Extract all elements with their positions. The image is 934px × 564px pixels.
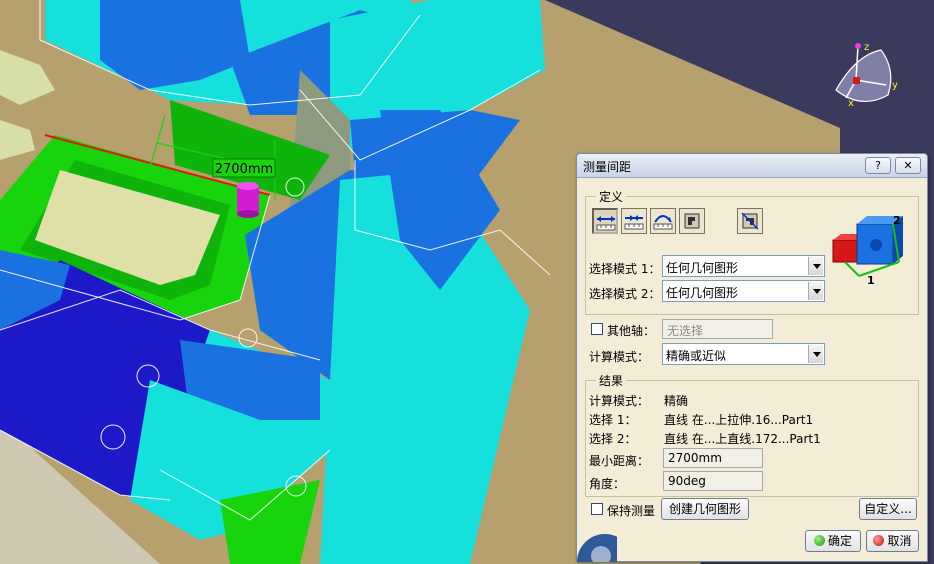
other-axis-field: 无选择: [662, 319, 773, 339]
result-selection-1-value: 直线 在...上拉伸.16...Part1: [664, 413, 814, 427]
selection-mode-2-value: 任何几何图形: [666, 286, 739, 300]
preview-label-2: 2: [893, 214, 901, 227]
min-distance-field: 2700mm: [663, 448, 763, 468]
measure-thickness-icon: [741, 212, 759, 230]
compass-axis-x: x: [848, 98, 854, 109]
dialog-title: 测量间距: [583, 160, 632, 174]
measure-chain-icon: [624, 215, 644, 230]
measure-item-button[interactable]: [679, 208, 705, 234]
app-logo-icon: [577, 534, 617, 562]
calc-mode-value: 精确或近似: [666, 349, 727, 363]
angle-label: 角度：: [589, 477, 626, 491]
selection-mode-2-label: 选择模式 2：: [589, 287, 661, 301]
chevron-down-icon[interactable]: [808, 345, 823, 363]
calc-mode-label: 计算模式：: [589, 350, 650, 364]
selection-mode-1-label: 选择模式 1：: [589, 262, 661, 276]
cancel-icon: [873, 535, 885, 546]
measure-chain-button[interactable]: [621, 208, 647, 234]
customize-button[interactable]: 自定义...: [859, 498, 917, 520]
definition-legend: 定义: [599, 190, 624, 204]
chevron-down-icon[interactable]: [808, 282, 823, 300]
angle-value: 90deg: [668, 474, 706, 488]
measure-between-button[interactable]: [592, 208, 618, 234]
selection-mode-1-value: 任何几何图形: [666, 261, 739, 275]
measure-distance-label: 2700mm: [215, 162, 273, 177]
cancel-button[interactable]: 取消: [866, 530, 919, 552]
ok-button[interactable]: 确定: [805, 530, 861, 552]
min-distance-label: 最小距离：: [589, 454, 650, 468]
close-button[interactable]: ✕: [895, 157, 921, 174]
other-axis-label: 其他轴：: [607, 324, 656, 338]
measure-between-dialog: 测量间距 ? ✕ 定义 1 2 选择模式 1： 任何几何图形 选择模式 2： 任…: [576, 153, 928, 562]
results-legend: 结果: [599, 374, 624, 388]
dialog-titlebar[interactable]: 测量间距 ? ✕: [577, 154, 927, 178]
measure-thickness-button[interactable]: [737, 208, 763, 234]
measure-fan-icon: [653, 215, 673, 230]
create-geometry-button[interactable]: 创建几何图形: [661, 498, 749, 520]
chevron-down-icon[interactable]: [808, 257, 823, 275]
compass-axis-y: y: [892, 80, 898, 91]
measure-between-icon: [596, 216, 616, 231]
measure-preview-icon: 1 2: [832, 214, 903, 286]
selection-mode-1-select[interactable]: 任何几何图形: [662, 255, 825, 277]
min-distance-value: 2700mm: [668, 451, 722, 465]
result-selection-1-label: 选择 1：: [589, 413, 637, 427]
other-axis-checkbox[interactable]: [591, 323, 603, 335]
help-button[interactable]: ?: [865, 157, 891, 174]
selection-mode-2-select[interactable]: 任何几何图形: [662, 280, 825, 302]
keep-measure-checkbox[interactable]: [591, 503, 603, 515]
ok-icon: [813, 535, 825, 546]
ok-label: 确定: [827, 534, 852, 548]
angle-field: 90deg: [663, 471, 763, 491]
measure-item-icon: [684, 213, 700, 229]
result-selection-2-label: 选择 2：: [589, 432, 637, 446]
result-calc-mode-value: 精确: [664, 394, 689, 408]
measure-fan-button[interactable]: [650, 208, 676, 234]
result-selection-2-value: 直线 在...上直线.172...Part1: [664, 432, 821, 446]
keep-measure-label: 保持测量: [607, 504, 656, 518]
cancel-label: 取消: [887, 534, 912, 548]
compass-icon[interactable]: z y x: [826, 40, 906, 110]
preview-label-1: 1: [867, 274, 875, 286]
calc-mode-select[interactable]: 精确或近似: [662, 343, 825, 365]
other-axis-value: 无选择: [667, 324, 704, 338]
section-divider: [585, 314, 919, 315]
compass-axis-z: z: [864, 42, 869, 53]
result-calc-mode-label: 计算模式：: [589, 394, 650, 408]
